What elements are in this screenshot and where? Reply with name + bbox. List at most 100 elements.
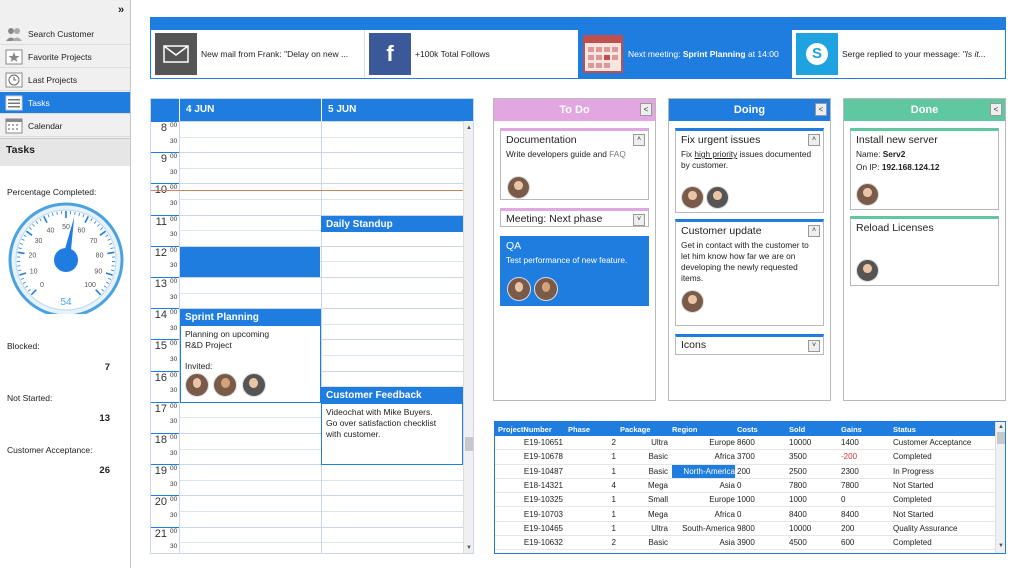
avatar[interactable] xyxy=(185,373,209,397)
table-row[interactable]: E19-10651 2 Ultra Europe 8600 10000 1400 Custom… xyxy=(495,436,995,451)
table-cell[interactable]: North-America xyxy=(672,464,735,478)
task-card-meeting[interactable]: ˅ Meeting: Next phase xyxy=(500,208,649,227)
avatar[interactable] xyxy=(681,186,704,209)
table-cell[interactable]: 7800 xyxy=(841,481,891,490)
table-cell[interactable]: E19-10703 xyxy=(498,510,563,519)
avatar[interactable] xyxy=(681,290,704,313)
table-cell[interactable]: 7800 xyxy=(789,481,839,490)
table-cell[interactable]: 0 xyxy=(737,510,787,519)
avatar[interactable] xyxy=(856,183,879,206)
table-cell[interactable]: 600 xyxy=(841,538,891,547)
table-cell[interactable]: Completed xyxy=(893,538,993,547)
table-cell[interactable]: Asia xyxy=(672,481,735,490)
avatar[interactable] xyxy=(507,176,530,199)
table-row[interactable]: E19-10465 1 Ultra South-America 9800 10000 200… xyxy=(495,522,995,537)
selected-time-slot[interactable] xyxy=(180,247,320,277)
column-header-region[interactable]: Region xyxy=(672,425,697,434)
table-cell[interactable]: 4 xyxy=(568,481,616,490)
column-header-package[interactable]: Package xyxy=(620,425,650,434)
table-cell[interactable]: 10000 xyxy=(789,524,839,533)
table-cell[interactable]: 2 xyxy=(568,538,616,547)
notification-meeting[interactable]: Next meeting: Sprint Planning at 14:00 xyxy=(578,30,792,78)
table-cell[interactable]: 1 xyxy=(568,510,616,519)
table-cell[interactable]: E19-10325 xyxy=(498,495,563,504)
scrollbar-thumb[interactable] xyxy=(465,437,473,451)
sidebar-item-favorite-projects[interactable]: Favorite Projects xyxy=(0,46,130,68)
table-cell[interactable]: 2500 xyxy=(789,467,839,476)
avatar[interactable] xyxy=(241,373,266,397)
table-cell[interactable]: Ultra xyxy=(620,524,668,533)
notification-skype[interactable]: S Serge replied to your message: "Is it.… xyxy=(792,30,1006,78)
sidebar-item-search-customer[interactable]: Search Customer xyxy=(0,23,130,45)
table-cell[interactable]: Mega xyxy=(620,481,668,490)
table-cell[interactable]: 200 xyxy=(737,467,787,476)
table-cell[interactable]: 10000 xyxy=(789,438,839,447)
table-cell[interactable]: In Progress xyxy=(893,467,993,476)
sidebar-collapse-button[interactable]: » xyxy=(118,4,124,16)
column-header-gains[interactable]: Gains xyxy=(841,425,862,434)
collapse-column-button[interactable]: < xyxy=(990,103,1002,116)
day-header-4-jun[interactable]: 4 JUN xyxy=(179,99,321,121)
expand-card-button[interactable]: ˄ xyxy=(633,134,645,146)
grid-scrollbar[interactable]: ▲ ▼ xyxy=(995,422,1005,553)
sidebar-item-tasks[interactable]: Tasks xyxy=(0,92,130,114)
table-row[interactable]: E19-10703 1 Mega Africa 0 8400 8400 Not Started xyxy=(495,508,995,522)
table-cell[interactable]: 1 xyxy=(568,495,616,504)
table-cell[interactable]: Africa xyxy=(672,510,735,519)
column-header-project-number[interactable]: ProjectNumber xyxy=(498,425,552,434)
avatar[interactable] xyxy=(856,259,879,282)
table-cell[interactable]: 3700 xyxy=(737,452,787,461)
table-cell[interactable]: Africa xyxy=(672,452,735,461)
table-cell[interactable]: 3500 xyxy=(789,452,839,461)
table-cell[interactable]: 0 xyxy=(841,495,891,504)
table-cell[interactable]: 8400 xyxy=(841,510,891,519)
appointment-daily-standup[interactable]: Daily Standup xyxy=(321,216,463,232)
table-row[interactable]: E19-10678 1 Basic Africa 3700 3500 -200 Complet… xyxy=(495,450,995,465)
task-card-icons[interactable]: ˅ Icons xyxy=(675,334,824,355)
table-cell[interactable]: 200 xyxy=(841,524,891,533)
task-card-qa[interactable]: QA Test performance of new feature. xyxy=(500,236,649,306)
table-cell[interactable]: 3900 xyxy=(737,538,787,547)
task-card-documentation[interactable]: ˄ Documentation Write developers guide a… xyxy=(500,128,649,200)
table-cell[interactable]: Completed xyxy=(893,495,993,504)
avatar[interactable] xyxy=(706,186,729,209)
table-cell[interactable]: E19-10465 xyxy=(498,524,563,533)
expand-card-button[interactable]: ˄ xyxy=(808,225,820,237)
table-row[interactable]: E19-10325 1 Small Europe 1000 1000 0 Completed xyxy=(495,493,995,508)
task-card-customer-update[interactable]: ˄ Customer update Get in contact with th… xyxy=(675,219,824,326)
task-card-fix-urgent[interactable]: ˄ Fix urgent issues Fix high priority is… xyxy=(675,128,824,213)
appointment-sprint-planning[interactable]: Sprint Planning Planning on upcoming R&D… xyxy=(180,309,321,403)
task-card-install-server[interactable]: Install new server Name: Serv2 On IP: 19… xyxy=(850,128,999,210)
expand-card-button[interactable]: ˅ xyxy=(808,340,820,352)
table-cell[interactable]: 0 xyxy=(737,481,787,490)
avatar[interactable] xyxy=(507,277,531,301)
table-cell[interactable]: 2 xyxy=(568,438,616,447)
table-cell[interactable]: Small xyxy=(620,495,668,504)
table-cell[interactable]: 1000 xyxy=(737,495,787,504)
column-header-sold[interactable]: Sold xyxy=(789,425,805,434)
table-cell[interactable]: 8600 xyxy=(737,438,787,447)
table-cell[interactable]: Quality Assurance xyxy=(893,524,993,533)
expand-card-button[interactable]: ˅ xyxy=(633,214,645,226)
avatar[interactable] xyxy=(534,277,558,301)
table-cell[interactable]: 2300 xyxy=(841,467,891,476)
table-cell[interactable]: Europe xyxy=(672,495,735,504)
table-cell[interactable]: Customer Acceptance xyxy=(893,438,993,447)
table-cell[interactable]: 9800 xyxy=(737,524,787,533)
table-cell[interactable]: E19-10487 xyxy=(498,467,563,476)
sidebar-item-last-projects[interactable]: Last Projects xyxy=(0,69,130,91)
table-cell[interactable]: Asia xyxy=(672,538,735,547)
notification-facebook[interactable]: f +100k Total Follows xyxy=(365,30,578,78)
table-cell[interactable]: E19-10632 xyxy=(498,538,563,547)
table-cell[interactable]: 1400 xyxy=(841,438,891,447)
table-cell[interactable]: 4500 xyxy=(789,538,839,547)
table-cell[interactable]: Ultra xyxy=(620,438,668,447)
sidebar-item-calendar[interactable]: Calendar xyxy=(0,115,130,137)
table-cell[interactable]: Not Started xyxy=(893,481,993,490)
table-cell[interactable]: E19-10678 xyxy=(498,452,563,461)
table-cell[interactable]: Basic xyxy=(620,467,668,476)
table-cell[interactable]: 1 xyxy=(568,467,616,476)
collapse-column-button[interactable]: < xyxy=(815,103,827,116)
table-cell[interactable]: Not Started xyxy=(893,510,993,519)
column-header-status[interactable]: Status xyxy=(893,425,916,434)
